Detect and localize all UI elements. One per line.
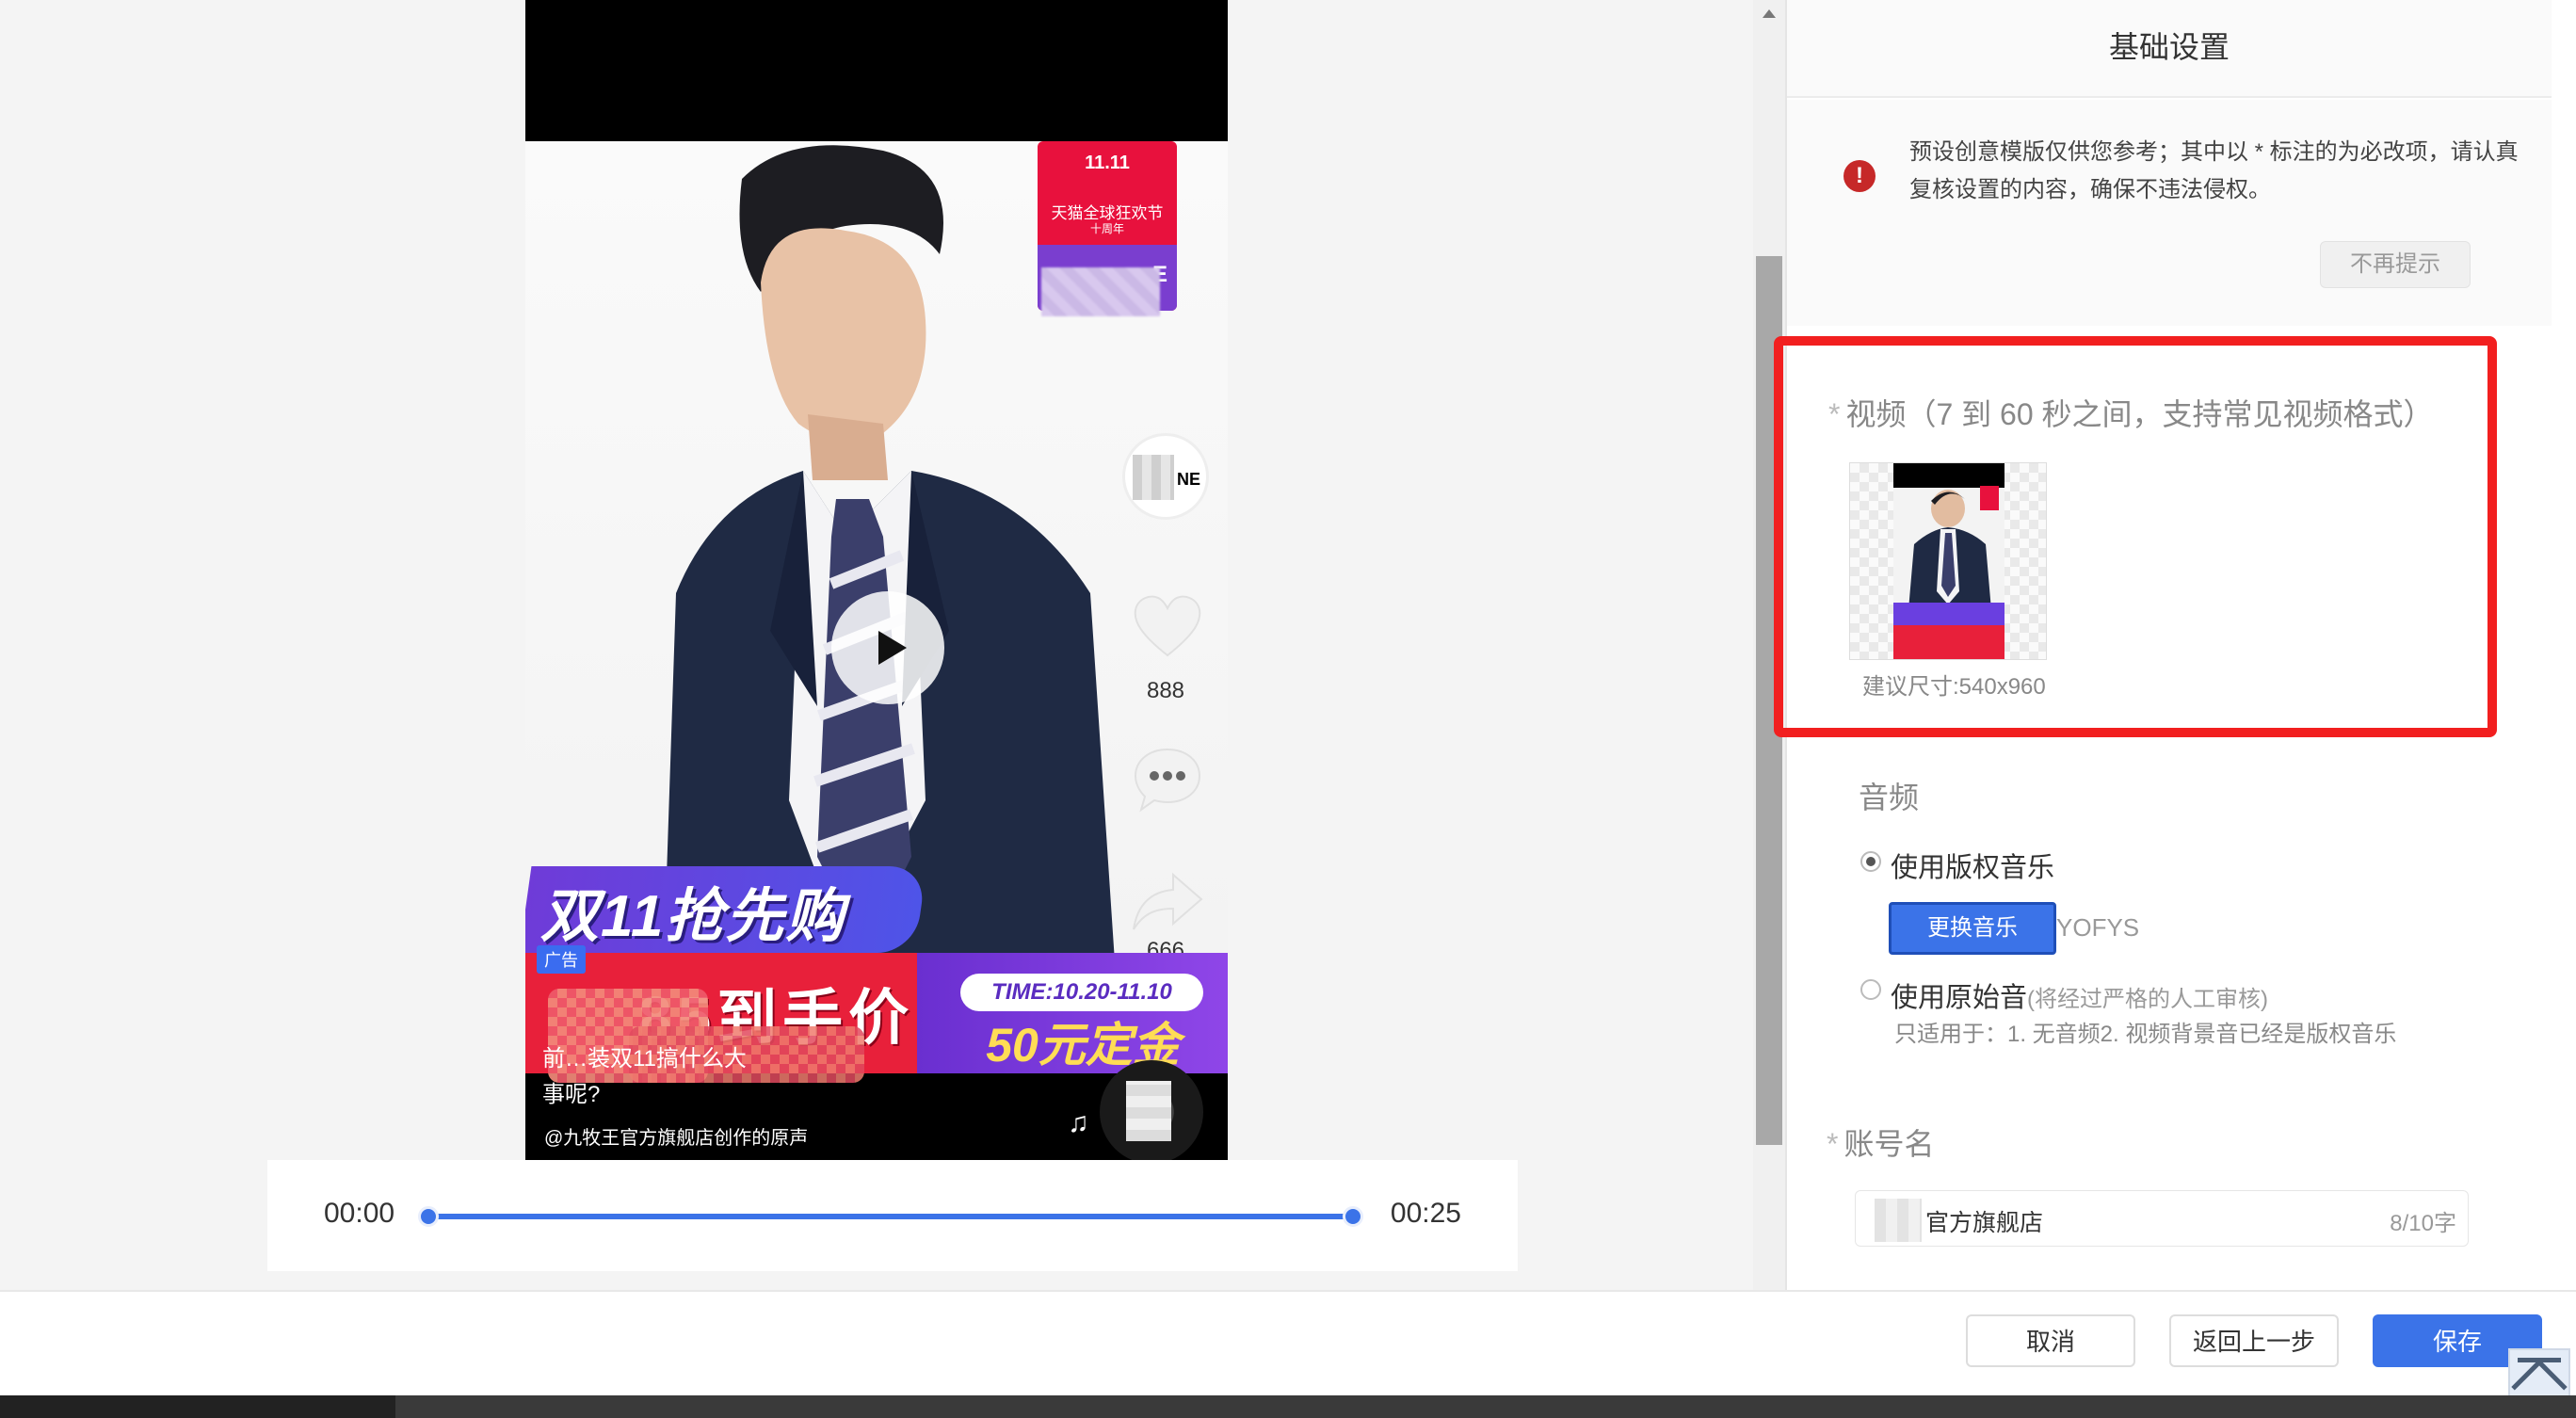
- footer-bar: 取消 返回上一步 保存: [0, 1290, 2576, 1395]
- video-preview-area: 11.11 天猫全球狂欢节 十周年 E NE 888: [0, 0, 1785, 1290]
- sound-credit: @九牧王官方旗舰店创作的原声: [544, 1128, 809, 1149]
- promo-title: 双11抢先购: [540, 884, 846, 949]
- audio-label: 音频: [1859, 781, 1920, 814]
- original-sound-radio[interactable]: [1860, 979, 1881, 1000]
- original-sound-text: 使用原始音: [1891, 983, 2028, 1013]
- timeline-start-handle[interactable]: [418, 1206, 439, 1227]
- tmall-badge-subtext: 十周年: [1089, 222, 1124, 235]
- tmall-logo: 11.11: [1085, 153, 1130, 173]
- original-sound-usage-note: 只适用于：1. 无音频2. 视频背景音已经是版权音乐: [1894, 1022, 2397, 1047]
- licensed-music-radio[interactable]: [1860, 851, 1881, 872]
- video-label-text: 视频（7 到 60 秒之间，支持常见视频格式）: [1845, 397, 2434, 431]
- original-sound-label[interactable]: 使用原始音(将经过严格的人工审核): [1891, 975, 2268, 1015]
- music-disc-blur: [1126, 1081, 1171, 1141]
- timeline-track[interactable]: [427, 1214, 1360, 1219]
- play-button[interactable]: [831, 591, 944, 704]
- music-name: YOFYS: [2056, 913, 2140, 942]
- scroll-up-icon[interactable]: [1763, 9, 1776, 18]
- video-timeline: 00:00 00:25: [267, 1160, 1518, 1271]
- account-name-blur: [1875, 1199, 1922, 1242]
- ad-tag: 广告: [537, 945, 586, 974]
- video-upload-section: * 视频（7 到 60 秒之间，支持常见视频格式） 建议尺寸:540x960: [1774, 336, 2497, 737]
- avatar-text: NE: [1176, 470, 1200, 489]
- notice-box: ! 预设创意模版仅供您参考；其中以 * 标注的为必改项，请认真复核设置的内容，确…: [1787, 100, 2552, 326]
- dont-show-again-button[interactable]: 不再提示: [2320, 241, 2471, 288]
- video-size-hint: 建议尺寸:540x960: [1862, 674, 2046, 700]
- thumbnail-banner: [1893, 603, 2004, 659]
- licensed-music-label[interactable]: 使用版权音乐: [1891, 846, 2054, 885]
- comment-icon[interactable]: [1132, 744, 1203, 815]
- time-pill: TIME:10.20-11.10: [960, 974, 1203, 1011]
- video-thumbnail[interactable]: [1849, 462, 2047, 660]
- time-end: 00:25: [1390, 1198, 1461, 1229]
- account-name-input[interactable]: 官方旗舰店 8/10字: [1855, 1190, 2469, 1247]
- taskbar-segment: [0, 1395, 395, 1418]
- blurred-region: [1041, 267, 1160, 316]
- music-note-icon: ♫: [1068, 1107, 1089, 1138]
- share-icon[interactable]: [1132, 871, 1203, 933]
- caption-line-1: 前…装双11搞什么大: [542, 1046, 747, 1072]
- time-start: 00:00: [324, 1198, 395, 1229]
- taskbar: [0, 1395, 2576, 1418]
- music-disc[interactable]: [1100, 1060, 1203, 1160]
- required-star-icon: *: [1827, 1127, 1839, 1161]
- account-label-text: 账号名: [1843, 1127, 1935, 1161]
- required-star-icon: *: [1828, 397, 1841, 431]
- thumbnail-top-bar: [1893, 463, 2004, 488]
- video-label: * 视频（7 到 60 秒之间，支持常见视频格式）: [1828, 391, 2434, 434]
- thumbnail-badge: [1980, 486, 1999, 510]
- video-thumbnail-frame: [1893, 463, 2004, 659]
- avatar-blur: [1133, 455, 1174, 500]
- change-music-button[interactable]: 更换音乐: [1889, 902, 2056, 955]
- original-sound-note: (将经过严格的人工审核): [2027, 987, 2268, 1012]
- timeline-end-handle[interactable]: [1343, 1206, 1363, 1227]
- back-button[interactable]: 返回上一步: [2169, 1314, 2339, 1367]
- warning-icon: !: [1843, 160, 1876, 192]
- panel-title: 基础设置: [1787, 0, 2552, 98]
- caption-line-2: 事呢?: [542, 1082, 601, 1107]
- phone-preview: 11.11 天猫全球狂欢节 十周年 E NE 888: [525, 0, 1228, 1160]
- cancel-button[interactable]: 取消: [1966, 1314, 2135, 1367]
- video-top-black-bar: [525, 0, 1228, 141]
- account-name-label: * 账号名: [1827, 1120, 1934, 1164]
- creator-avatar[interactable]: NE: [1122, 433, 1209, 520]
- heart-icon[interactable]: [1132, 593, 1203, 659]
- account-name-char-count: 8/10字: [2390, 1211, 2456, 1236]
- like-count: 888: [1146, 678, 1185, 703]
- notice-text: 预设创意模版仅供您参考；其中以 * 标注的为必改项，请认真复核设置的内容，确保不…: [1909, 139, 2519, 202]
- account-name-value: 官方旗舰店: [1925, 1210, 2044, 1236]
